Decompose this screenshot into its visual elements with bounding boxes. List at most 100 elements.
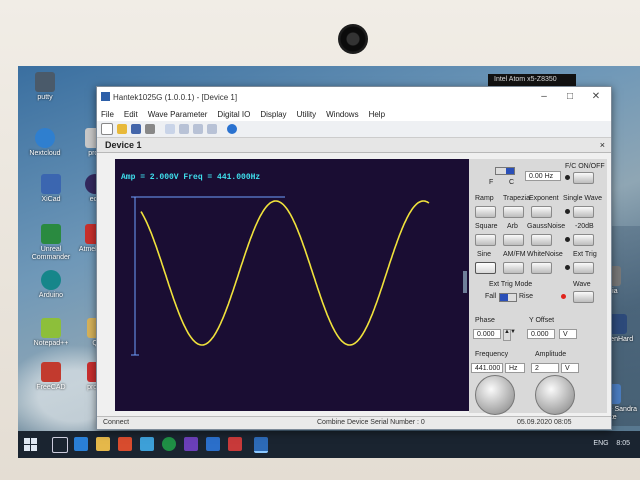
taskbar-app-icon[interactable] bbox=[140, 437, 154, 451]
windows-start-icon[interactable] bbox=[24, 438, 37, 451]
device-tab-close-icon[interactable]: × bbox=[600, 138, 605, 152]
hantek-taskbar-icon[interactable] bbox=[254, 437, 268, 453]
desktop-icon-label: putty bbox=[37, 94, 53, 101]
window-title: Hantek1025G (1.0.0.1) - [Device 1] bbox=[113, 93, 238, 102]
menu-digital-io[interactable]: Digital IO bbox=[217, 110, 250, 119]
minus20db-led bbox=[565, 237, 570, 242]
webcam bbox=[338, 24, 368, 54]
phase-label: Phase bbox=[475, 317, 495, 324]
wave-button[interactable] bbox=[573, 291, 594, 303]
ext-trig-button[interactable] bbox=[573, 262, 594, 274]
clock[interactable]: 8:05 bbox=[616, 440, 630, 447]
amplitude-label: Amplitude bbox=[535, 351, 567, 358]
desktop-icon-arduino[interactable]: Arduino bbox=[22, 270, 80, 300]
waveform-canvas bbox=[131, 196, 430, 356]
trapezia-label: Trapezia bbox=[503, 195, 530, 202]
frequency-knob[interactable] bbox=[475, 375, 515, 415]
phase-stepper[interactable]: ▲▼ bbox=[503, 329, 516, 341]
amfm-label: AM/FM bbox=[503, 251, 526, 258]
exponent-button[interactable] bbox=[531, 206, 552, 218]
fall-rise-switch[interactable] bbox=[499, 293, 517, 302]
status-serial: Combine Device Serial Number : 0 bbox=[317, 419, 425, 426]
whitenoise-button[interactable] bbox=[531, 262, 552, 274]
menu-bar: File Edit Wave Parameter Digital IO Disp… bbox=[97, 107, 611, 121]
task-view-icon[interactable] bbox=[52, 437, 68, 453]
waveform-display[interactable]: Amp = 2.000V Freq = 441.000Hz bbox=[115, 159, 469, 411]
minus20db-button[interactable] bbox=[573, 234, 594, 246]
taskbar: ENG 8:05 bbox=[18, 431, 640, 458]
paste-icon[interactable] bbox=[179, 124, 189, 134]
whitenoise-label: WhiteNoise bbox=[527, 251, 563, 258]
amplitude-unit-select[interactable]: V bbox=[561, 363, 579, 373]
device-tab[interactable]: Device 1 × bbox=[97, 138, 611, 153]
amfm-button[interactable] bbox=[503, 262, 524, 274]
gaussnoise-button[interactable] bbox=[531, 234, 552, 246]
notepadpp-icon bbox=[41, 318, 61, 338]
menu-utility[interactable]: Utility bbox=[297, 110, 317, 119]
sine-button[interactable] bbox=[475, 262, 496, 274]
unreal-commander-icon bbox=[41, 224, 61, 244]
minus20db-label: -20dB bbox=[575, 223, 594, 230]
new-file-icon[interactable] bbox=[101, 123, 113, 135]
sine-label: Sine bbox=[477, 251, 492, 258]
desktop-icon-label: Unreal Commander bbox=[31, 246, 71, 261]
trapezia-button[interactable] bbox=[503, 206, 524, 218]
phase-field[interactable]: 0.000 bbox=[473, 329, 501, 339]
title-bar[interactable]: Hantek1025G (1.0.0.1) - [Device 1] – □ ✕ bbox=[97, 87, 611, 107]
amplitude-field[interactable]: 2 bbox=[531, 363, 559, 373]
file-explorer-icon[interactable] bbox=[96, 437, 110, 451]
frequency-field[interactable]: 441.000 bbox=[471, 363, 503, 373]
chrome-icon[interactable] bbox=[162, 437, 176, 451]
exponent-label: Exponent bbox=[529, 195, 559, 202]
single-wave-led bbox=[565, 209, 570, 214]
close-button[interactable]: ✕ bbox=[585, 89, 607, 105]
desktop-icon-label: Arduino bbox=[38, 292, 64, 299]
open-folder-icon[interactable] bbox=[117, 124, 127, 134]
freecad-icon bbox=[41, 362, 61, 382]
print-icon[interactable] bbox=[145, 124, 155, 134]
ext-trig-led bbox=[565, 265, 570, 270]
square-button[interactable] bbox=[475, 234, 496, 246]
ramp-label: Ramp bbox=[475, 195, 494, 202]
sine-trace bbox=[140, 200, 430, 346]
menu-wave-parameter[interactable]: Wave Parameter bbox=[148, 110, 208, 119]
arb-button[interactable] bbox=[503, 234, 524, 246]
menu-file[interactable]: File bbox=[101, 110, 114, 119]
menu-help[interactable]: Help bbox=[369, 110, 385, 119]
undo-icon[interactable] bbox=[193, 124, 203, 134]
taskbar-app-icon[interactable] bbox=[206, 437, 220, 451]
fc-onoff-button[interactable] bbox=[573, 172, 594, 184]
taskbar-app-icon[interactable] bbox=[184, 437, 198, 451]
copy-icon[interactable] bbox=[165, 124, 175, 134]
menu-edit[interactable]: Edit bbox=[124, 110, 138, 119]
xicad-icon bbox=[41, 174, 61, 194]
single-wave-button[interactable] bbox=[573, 206, 594, 218]
taskbar-app-icon[interactable] bbox=[74, 437, 88, 451]
fc-onoff-label: F/C ON/OFF bbox=[565, 163, 605, 170]
nextcloud-icon bbox=[35, 128, 55, 148]
device-tab-label: Device 1 bbox=[105, 140, 142, 150]
save-icon[interactable] bbox=[131, 124, 141, 134]
language-indicator[interactable]: ENG bbox=[593, 440, 608, 447]
redo-icon[interactable] bbox=[207, 124, 217, 134]
help-icon[interactable] bbox=[227, 124, 237, 134]
panel-slider[interactable] bbox=[463, 271, 467, 293]
amplitude-knob[interactable] bbox=[535, 375, 575, 415]
minimize-button[interactable]: – bbox=[533, 89, 555, 105]
ramp-button[interactable] bbox=[475, 206, 496, 218]
yoffset-unit-select[interactable]: V bbox=[559, 329, 577, 339]
menu-display[interactable]: Display bbox=[260, 110, 286, 119]
frequency-unit-select[interactable]: Hz bbox=[505, 363, 525, 373]
fc-switch[interactable] bbox=[495, 167, 515, 175]
maximize-button[interactable]: □ bbox=[559, 89, 581, 105]
frequency-label: Frequency bbox=[475, 351, 509, 358]
taskbar-app-icon[interactable] bbox=[118, 437, 132, 451]
fc-value-field[interactable]: 0.00 Hz bbox=[525, 171, 561, 181]
yoffset-field[interactable]: 0.000 bbox=[527, 329, 555, 339]
toolbar bbox=[97, 121, 611, 138]
taskbar-app-icon[interactable] bbox=[228, 437, 242, 451]
menu-windows[interactable]: Windows bbox=[326, 110, 358, 119]
status-bar: Connect Combine Device Serial Number : 0… bbox=[97, 416, 611, 429]
gaussnoise-label: GaussNoise bbox=[527, 223, 566, 230]
desktop-icon-putty[interactable]: putty bbox=[18, 72, 74, 102]
